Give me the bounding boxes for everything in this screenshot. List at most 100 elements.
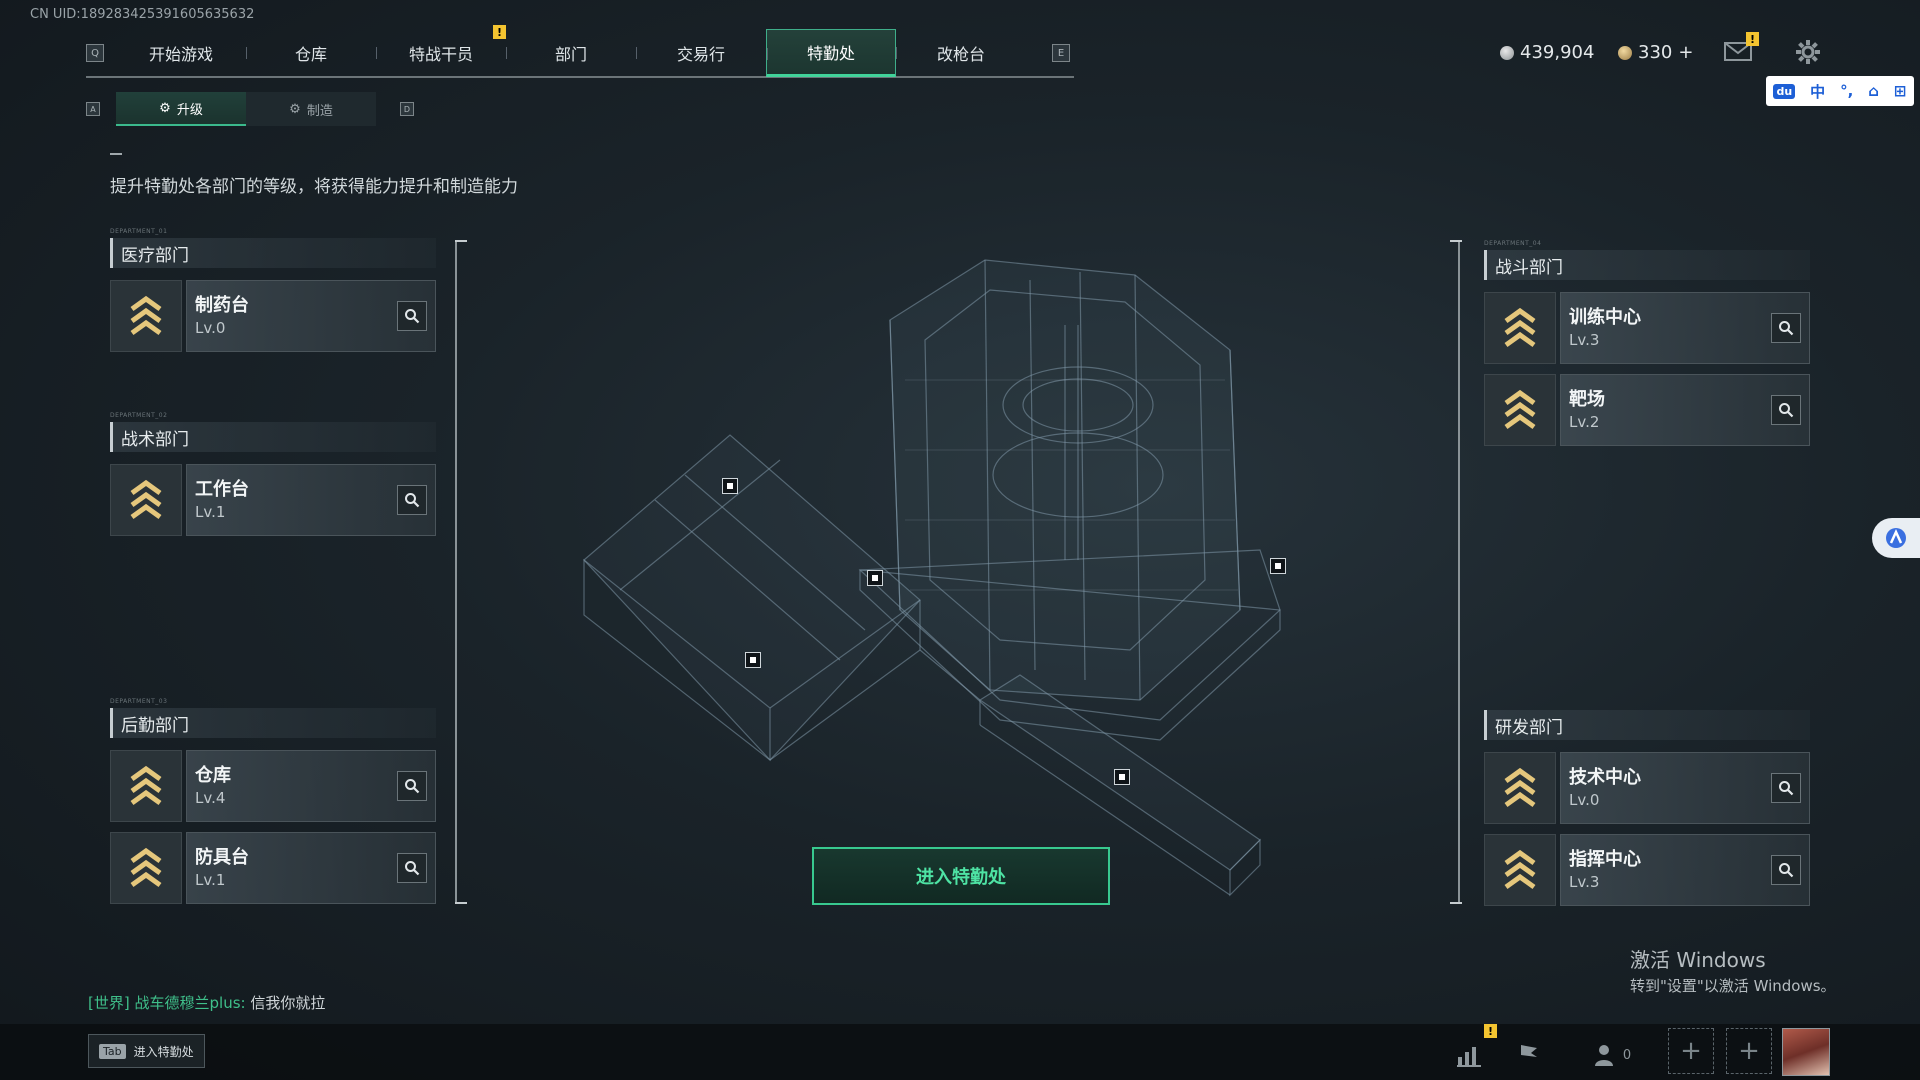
- facility-workbench[interactable]: 工作台 Lv.1: [110, 464, 436, 536]
- dept-tag: DEPARTMENT_04: [1484, 240, 1542, 247]
- search-icon[interactable]: [397, 301, 427, 331]
- facility-shooting-range[interactable]: 靶场 Lv.2: [1484, 374, 1810, 446]
- dept-header-tactical: 战术部门: [110, 422, 436, 452]
- next-tab-key-hint[interactable]: E: [1052, 44, 1070, 62]
- left-frame-line: [455, 240, 457, 904]
- facility-warehouse[interactable]: 仓库 Lv.4: [110, 750, 436, 822]
- blueprint-node-2[interactable]: [867, 570, 883, 586]
- upgrade-chevron-icon: [1484, 752, 1556, 824]
- warning-badge-icon: !: [493, 25, 506, 39]
- assistant-float-icon[interactable]: [1872, 518, 1920, 558]
- player-uid: CN UID:18928342539160563563​2: [30, 7, 255, 22]
- stats-chart-icon[interactable]: !: [1448, 1024, 1497, 1074]
- blueprint-node-5[interactable]: [1114, 769, 1130, 785]
- gold-amount: 330: [1638, 42, 1673, 63]
- mail-warning-icon: !: [1746, 32, 1759, 46]
- chat-text: 信我你就拉: [250, 994, 326, 1012]
- dept-header-medical: 医疗部门: [110, 238, 436, 268]
- tab-operators[interactable]: 特战干员 !: [376, 25, 506, 77]
- silver-coin-icon: [1500, 45, 1514, 60]
- add-squad-slot-2[interactable]: +: [1726, 1028, 1772, 1074]
- facility-training-center[interactable]: 训练中心 Lv.3: [1484, 292, 1810, 364]
- tab-department[interactable]: 部门: [506, 29, 636, 77]
- facility-info: 工作台 Lv.1: [186, 464, 436, 536]
- ime-toolbar[interactable]: du 中 °, ⌂ ⊞: [1766, 76, 1914, 106]
- headquarters-blueprint: [583, 259, 1281, 897]
- activation-subtitle: 转到"设置"以激活 Windows。: [1630, 977, 1836, 995]
- facility-tech-center[interactable]: 技术中心 Lv.0: [1484, 752, 1810, 824]
- tab-warehouse[interactable]: 仓库: [246, 29, 376, 77]
- facility-info: 仓库 Lv.4: [186, 750, 436, 822]
- prev-subtab-key-hint[interactable]: A: [86, 102, 100, 116]
- dept-header-combat: 战斗部门: [1484, 250, 1810, 280]
- top-navigation: Q 开始游戏 仓库 特战干员 ! 部门 交易行 特勤处 改枪台 E: [86, 25, 1074, 78]
- upgrade-chevron-icon: [1484, 292, 1556, 364]
- tab-hint-label: 进入特勤处: [133, 1044, 194, 1059]
- tab-label: 交易行: [676, 45, 725, 64]
- search-icon[interactable]: [397, 771, 427, 801]
- facility-command-center[interactable]: 指挥中心 Lv.3: [1484, 834, 1810, 906]
- search-icon[interactable]: [397, 485, 427, 515]
- dept-tag: DEPARTMENT_01: [110, 228, 168, 235]
- punctuation-icon[interactable]: °,: [1840, 82, 1853, 100]
- nav-tabs: 开始游戏 仓库 特战干员 ! 部门 交易行 特勤处 改枪台: [116, 25, 1026, 77]
- facility-info: 训练中心 Lv.3: [1560, 292, 1810, 364]
- upgrade-chevron-icon: [110, 832, 182, 904]
- enter-special-ops-button[interactable]: 进入特勤处: [812, 847, 1110, 905]
- tab-label: 部门: [554, 45, 587, 64]
- gold-currency[interactable]: 330 +: [1618, 42, 1693, 63]
- grid-menu-icon[interactable]: ⊞: [1894, 82, 1907, 100]
- blueprint-node-1[interactable]: [722, 478, 738, 494]
- facility-armor-bench[interactable]: 防具台 Lv.1: [110, 832, 436, 904]
- ime-mode[interactable]: 中: [1810, 81, 1825, 102]
- blueprint-node-3[interactable]: [745, 652, 761, 668]
- search-icon[interactable]: [1771, 395, 1801, 425]
- chat-sender: 战车德穆兰plus:: [134, 994, 246, 1012]
- search-icon[interactable]: [1771, 855, 1801, 885]
- activation-title: 激活 Windows: [1630, 948, 1766, 972]
- tab-trading[interactable]: 交易行: [636, 29, 766, 77]
- facility-info: 防具台 Lv.1: [186, 832, 436, 904]
- tab-start-game[interactable]: 开始游戏: [116, 29, 246, 77]
- tab-enter-hint[interactable]: Tab 进入特勤处: [88, 1034, 205, 1068]
- upgrade-chevron-icon: [1484, 374, 1556, 446]
- upgrade-chevron-icon: [110, 464, 182, 536]
- tab-gunsmith[interactable]: 改枪台: [896, 29, 1026, 77]
- friends-count: 0: [1622, 1047, 1632, 1063]
- search-icon[interactable]: [1771, 313, 1801, 343]
- page-description: 提升特勤处各部门的等级，将获得能力提升和制造能力: [110, 177, 518, 197]
- facility-info: 靶场 Lv.2: [1560, 374, 1810, 446]
- mail-icon[interactable]: !: [1724, 32, 1759, 66]
- keyboard-icon[interactable]: ⌂: [1868, 82, 1879, 100]
- blueprint-node-4[interactable]: [1270, 558, 1286, 574]
- ime-logo-icon[interactable]: du: [1773, 83, 1796, 99]
- plus-icon: +: [1738, 1036, 1760, 1066]
- tab-key: Tab: [99, 1043, 126, 1059]
- prev-tab-key-hint[interactable]: Q: [86, 44, 104, 62]
- tab-label: 仓库: [294, 45, 327, 64]
- flag-icon[interactable]: [1508, 1036, 1552, 1074]
- settings-gear-icon[interactable]: [1794, 38, 1822, 70]
- silver-amount: 439,904: [1520, 42, 1595, 63]
- search-icon[interactable]: [1771, 773, 1801, 803]
- plus-icon: +: [1680, 1036, 1702, 1066]
- facility-pharmacy[interactable]: 制药台 Lv.0: [110, 280, 436, 352]
- next-subtab-key-hint[interactable]: D: [400, 102, 414, 116]
- dept-header-logistics: 后勤部门: [110, 708, 436, 738]
- tab-special-ops[interactable]: 特勤处: [766, 29, 896, 77]
- subtab-upgrade[interactable]: ⚙ 升级: [116, 92, 246, 126]
- subtab-label: 制造: [306, 103, 333, 119]
- silver-currency: 439,904: [1500, 42, 1594, 63]
- add-squad-slot-1[interactable]: +: [1668, 1028, 1714, 1074]
- player-avatar[interactable]: [1782, 1028, 1830, 1076]
- tab-label: 改枪台: [936, 45, 985, 64]
- left-frame-bottom: [455, 902, 467, 904]
- search-icon[interactable]: [397, 853, 427, 883]
- desc-accent-bar: [110, 153, 122, 155]
- subtab-craft[interactable]: ⚙ 制造: [246, 92, 376, 126]
- right-frame-bottom: [1450, 902, 1462, 904]
- friends-icon[interactable]: 0: [1584, 1036, 1640, 1074]
- add-icon[interactable]: +: [1678, 42, 1693, 63]
- world-chat-message[interactable]: [世界] 战车德穆兰plus: 信我你就拉: [88, 992, 325, 1013]
- upgrade-icon: ⚙: [159, 100, 171, 116]
